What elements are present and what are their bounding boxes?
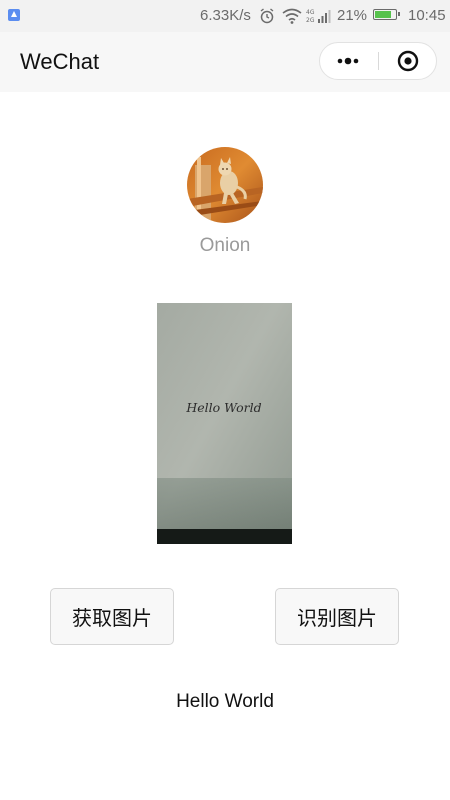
clock: 10:45 — [408, 7, 446, 24]
svg-text:2G: 2G — [306, 17, 315, 24]
recognize-image-button[interactable]: 识别图片 — [275, 588, 399, 645]
app-notification-icon — [8, 9, 20, 21]
avatar — [187, 147, 263, 223]
nickname: Onion — [199, 235, 251, 256]
recognition-result: Hello World — [176, 691, 274, 712]
miniprogram-page: 6.33K/s 4G 2G 21% 10:45 WeChat Onion Hel… — [0, 0, 450, 800]
photo-handwritten-text: Hello World — [185, 400, 261, 415]
photo-image: Hello World — [157, 303, 292, 544]
status-bar: 6.33K/s 4G 2G 21% 10:45 — [0, 0, 450, 32]
close-miniprogram-icon — [397, 50, 419, 72]
capsule-menu — [319, 42, 437, 80]
wifi-icon — [282, 8, 302, 24]
more-button[interactable] — [320, 43, 378, 79]
battery-percent: 21% — [337, 7, 368, 24]
nav-title: WeChat — [20, 49, 100, 74]
cat-avatar-icon — [187, 147, 263, 223]
nav-bar: WeChat — [0, 32, 450, 92]
alarm-icon — [260, 8, 274, 24]
more-icon — [337, 57, 359, 65]
get-image-button[interactable]: 获取图片 — [50, 588, 174, 645]
close-miniprogram-button[interactable] — [379, 43, 437, 79]
selected-photo: Hello World — [157, 303, 292, 544]
network-speed: 6.33K/s — [200, 7, 251, 24]
network-type-label: 4G — [306, 9, 315, 16]
battery-fill — [375, 11, 391, 18]
cell-signal-icon: 4G 2G — [306, 9, 331, 24]
battery-icon — [373, 9, 400, 20]
